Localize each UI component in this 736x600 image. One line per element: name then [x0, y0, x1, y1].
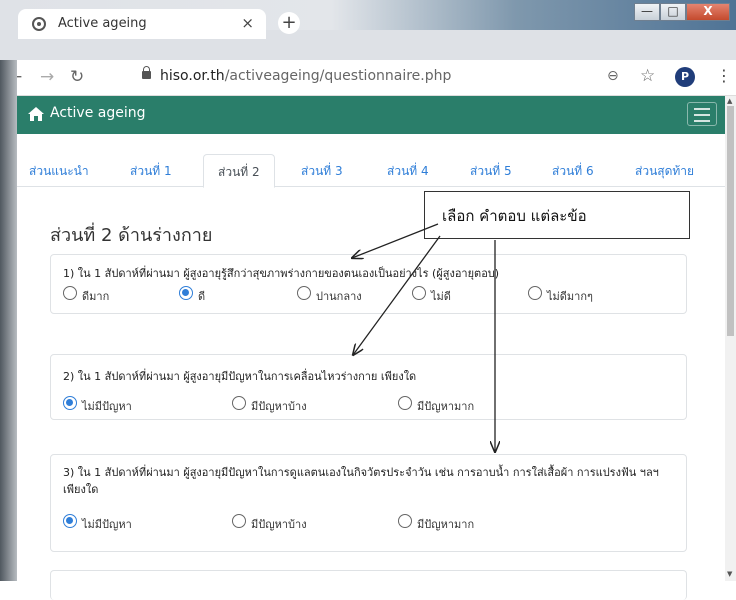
arrow-to-q2 [353, 235, 441, 355]
arrow-to-q1 [352, 223, 439, 258]
annotation-arrows [0, 223, 736, 581]
